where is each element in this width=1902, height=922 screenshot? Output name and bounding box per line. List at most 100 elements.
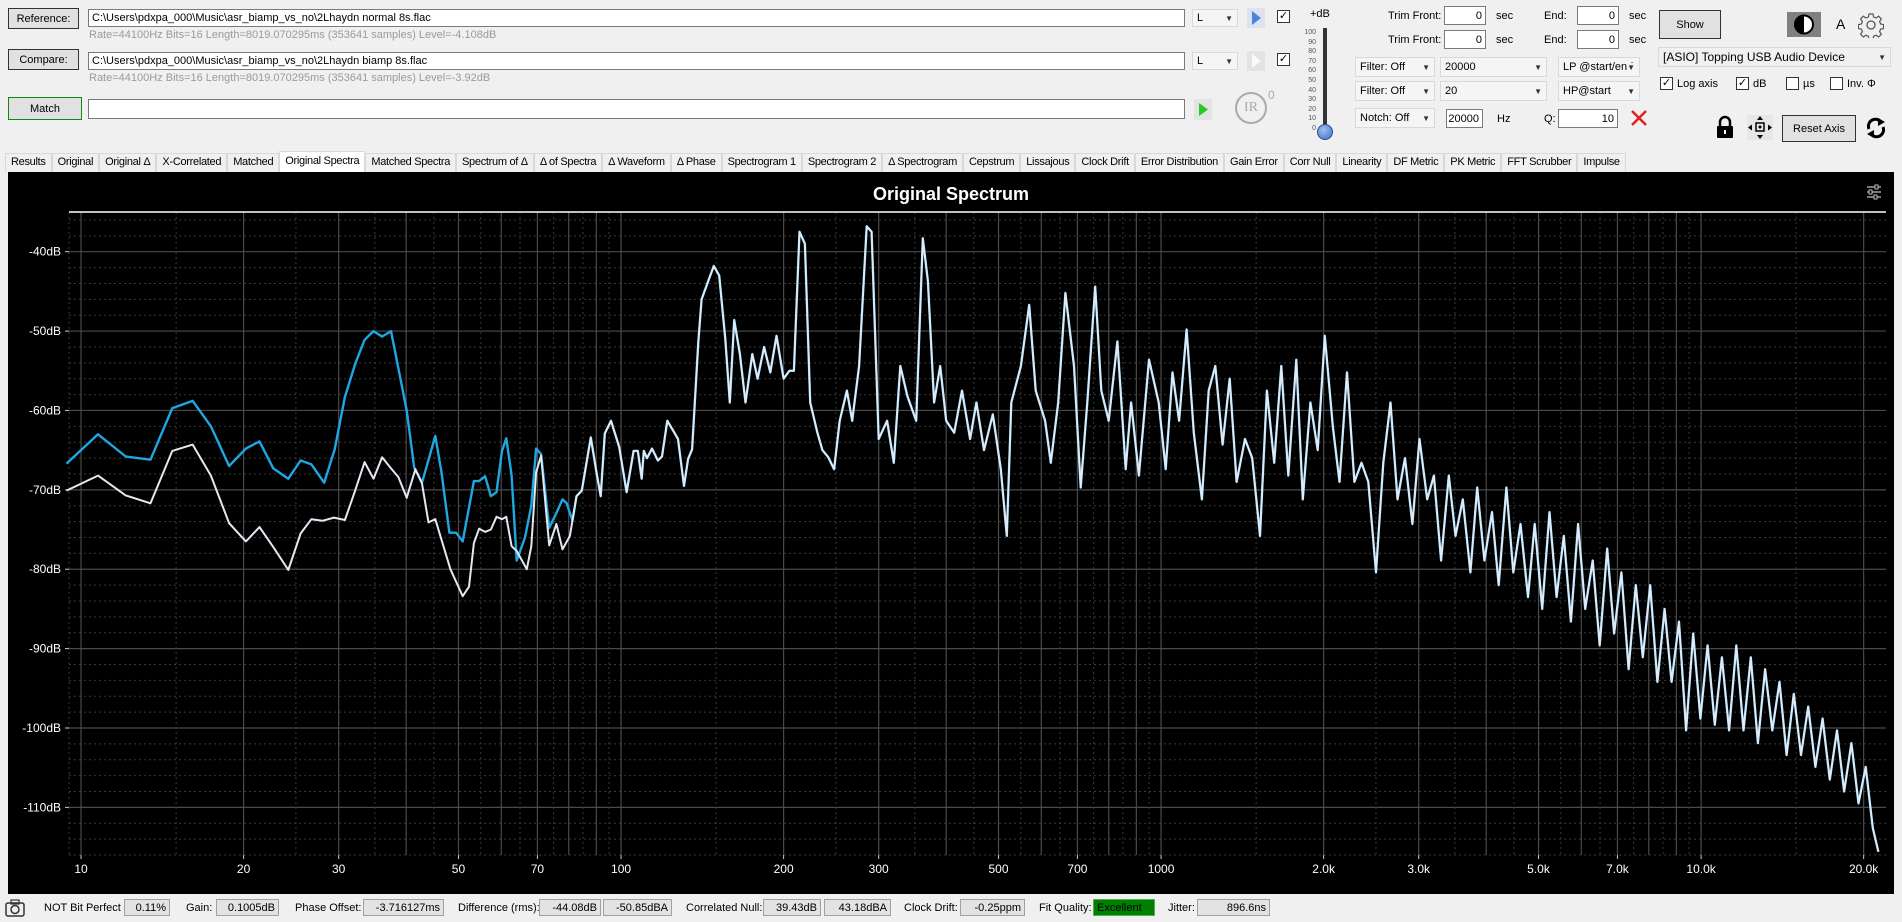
compare-button[interactable]: Compare: [8, 49, 79, 70]
tab-x-correlated[interactable]: X-Correlated [156, 153, 228, 172]
compare-channel-value: L [1197, 55, 1204, 67]
filter-1-type-dropdown[interactable]: LP @start/end ▼ [1558, 57, 1640, 77]
invert-phase-label: Inv. Φ [1847, 78, 1876, 90]
trim-front-label: Trim Front: [1388, 34, 1442, 46]
filter-2-type-value: HP@start [1563, 85, 1611, 97]
refresh-button[interactable] [1864, 116, 1888, 143]
gain-scale-tick: 70 [1308, 57, 1316, 65]
pan-button[interactable] [1747, 115, 1773, 140]
trim-front-input-1[interactable]: 0 [1444, 6, 1486, 25]
match-input[interactable] [88, 99, 1185, 119]
reset-axis-button[interactable]: Reset Axis [1782, 115, 1856, 142]
db-checkbox[interactable]: ✓ [1736, 77, 1749, 90]
trim-end-unit: sec [1629, 10, 1647, 22]
match-play-button[interactable] [1194, 99, 1212, 120]
reference-button[interactable]: Reference: [8, 8, 79, 29]
tab-spectrogram-2[interactable]: Spectrogram 2 [801, 153, 883, 172]
trim-end-input-2[interactable]: 0 [1577, 30, 1619, 49]
correlated-null-dba-value: 43.18dBA [824, 899, 891, 916]
move-icon [1748, 116, 1772, 139]
reference-channel-value: L [1197, 12, 1204, 24]
tab-of-spectra[interactable]: Δ of Spectra [533, 153, 603, 172]
tab-original-spectra[interactable]: Original Spectra [279, 151, 366, 172]
tab-fft-scrubber[interactable]: FFT Scrubber [1501, 153, 1578, 172]
x-tick-label: 300 [869, 862, 889, 876]
x-tick-label: 70 [531, 862, 545, 876]
tab-lissajous[interactable]: Lissajous [1020, 153, 1076, 172]
x-tick-label: 3.0k [1407, 862, 1431, 876]
reference-enable-checkbox[interactable]: ✓ [1277, 10, 1290, 23]
compare-play-button[interactable] [1247, 51, 1265, 71]
x-tick-label: 500 [988, 862, 1008, 876]
x-tick-label: 1000 [1148, 862, 1175, 876]
audio-device-dropdown[interactable]: [ASIO] Topping USB Audio Device ▼ [1658, 47, 1891, 67]
gain-slider-thumb[interactable] [1317, 124, 1333, 140]
settings-button[interactable] [1857, 12, 1885, 41]
tab-original[interactable]: Original [51, 153, 100, 172]
tab-corr-null[interactable]: Corr Null [1283, 153, 1337, 172]
refresh-icon [1866, 117, 1886, 139]
font-button[interactable]: A [1836, 16, 1845, 32]
tab-error-distribution[interactable]: Error Distribution [1134, 153, 1224, 172]
db-label: dB [1753, 78, 1767, 90]
tab-impulse[interactable]: Impulse [1577, 153, 1626, 172]
gain-scale-tick: 0 [1312, 125, 1316, 132]
tab-matched-spectra[interactable]: Matched Spectra [365, 153, 457, 172]
tab-df-metric[interactable]: DF Metric [1387, 153, 1445, 172]
screenshot-button[interactable] [4, 898, 26, 921]
notch-freq-unit: Hz [1497, 113, 1511, 125]
invert-phase-checkbox[interactable] [1830, 77, 1843, 90]
lock-button[interactable] [1715, 115, 1735, 142]
tab-pk-metric[interactable]: PK Metric [1444, 153, 1502, 172]
difference-dba-value: -50.85dBA [603, 899, 672, 916]
tab-waveform[interactable]: Δ Waveform [602, 153, 671, 172]
tab-matched[interactable]: Matched [227, 153, 280, 172]
tab-cepstrum[interactable]: Cepstrum [962, 153, 1021, 172]
filter-1-mode-dropdown[interactable]: Filter: Off ▼ [1355, 57, 1435, 77]
filter-2-freq-dropdown[interactable]: 20 ▼ [1440, 81, 1547, 101]
match-button[interactable]: Match [8, 97, 82, 120]
tab-spectrogram[interactable]: Δ Spectrogram [882, 153, 963, 172]
gain-scale-tick: 50 [1308, 77, 1316, 84]
clear-filters-button[interactable] [1629, 108, 1649, 131]
trim-front-input-2[interactable]: 0 [1444, 30, 1486, 49]
notch-q-input[interactable]: 10 [1558, 109, 1618, 128]
tab-clock-drift[interactable]: Clock Drift [1075, 153, 1135, 172]
compare-enable-checkbox[interactable]: ✓ [1277, 53, 1290, 66]
reference-channel-dropdown[interactable]: L ▼ [1192, 9, 1238, 27]
us-checkbox[interactable] [1786, 77, 1799, 90]
show-button[interactable]: Show [1659, 10, 1721, 39]
y-tick-label: -100dB [22, 721, 61, 735]
dropdown-arrow-icon: ▼ [1422, 113, 1430, 123]
trim-end-input-1[interactable]: 0 [1577, 6, 1619, 25]
tab-original[interactable]: Original Δ [99, 153, 157, 172]
fit-quality-label: Fit Quality: [1039, 902, 1092, 914]
trim-front-label: Trim Front: [1388, 10, 1442, 22]
y-tick-label: -90dB [29, 642, 61, 656]
clock-drift-value: -0.25ppm [960, 899, 1025, 916]
gain-slider-track[interactable] [1323, 28, 1327, 132]
ir-button[interactable]: IR [1235, 92, 1267, 124]
tab-spectrogram-1[interactable]: Spectrogram 1 [721, 153, 802, 172]
trim-end-label: End: [1544, 10, 1567, 22]
compare-channel-dropdown[interactable]: L ▼ [1192, 52, 1238, 70]
tab-spectrum-of[interactable]: Spectrum of Δ [456, 153, 534, 172]
tab-linearity[interactable]: Linearity [1336, 153, 1388, 172]
notch-freq-input[interactable]: 20000 [1446, 109, 1483, 128]
x-tick-label: 700 [1067, 862, 1087, 876]
filter-2-type-dropdown[interactable]: HP@start ▼ [1558, 81, 1640, 101]
filter-1-freq-dropdown[interactable]: 20000 ▼ [1440, 57, 1547, 77]
theme-toggle-button[interactable] [1787, 12, 1821, 37]
compare-path-input[interactable]: C:\Users\pdxpa_000\Music\asr_biamp_vs_no… [88, 52, 1185, 70]
filter-2-mode-dropdown[interactable]: Filter: Off ▼ [1355, 81, 1435, 101]
reference-path-input[interactable]: C:\Users\pdxpa_000\Music\asr_biamp_vs_no… [88, 9, 1185, 27]
spectrum-plot[interactable]: -40dB -50dB -60dB -70dB -80dB -90dB -100dB -110… [8, 172, 1894, 894]
notch-mode-dropdown[interactable]: Notch: Off ▼ [1355, 108, 1435, 128]
tab-results[interactable]: Results [5, 153, 52, 172]
tab-gain-error[interactable]: Gain Error [1223, 153, 1284, 172]
reference-play-button[interactable] [1247, 8, 1265, 28]
tab-phase[interactable]: Δ Phase [670, 153, 722, 172]
difference-db-value: -44.08dB [539, 899, 601, 916]
tab-bar: Results Original Original Δ X-Correlated Mat… [5, 151, 1626, 172]
log-axis-checkbox[interactable]: ✓ [1660, 77, 1673, 90]
